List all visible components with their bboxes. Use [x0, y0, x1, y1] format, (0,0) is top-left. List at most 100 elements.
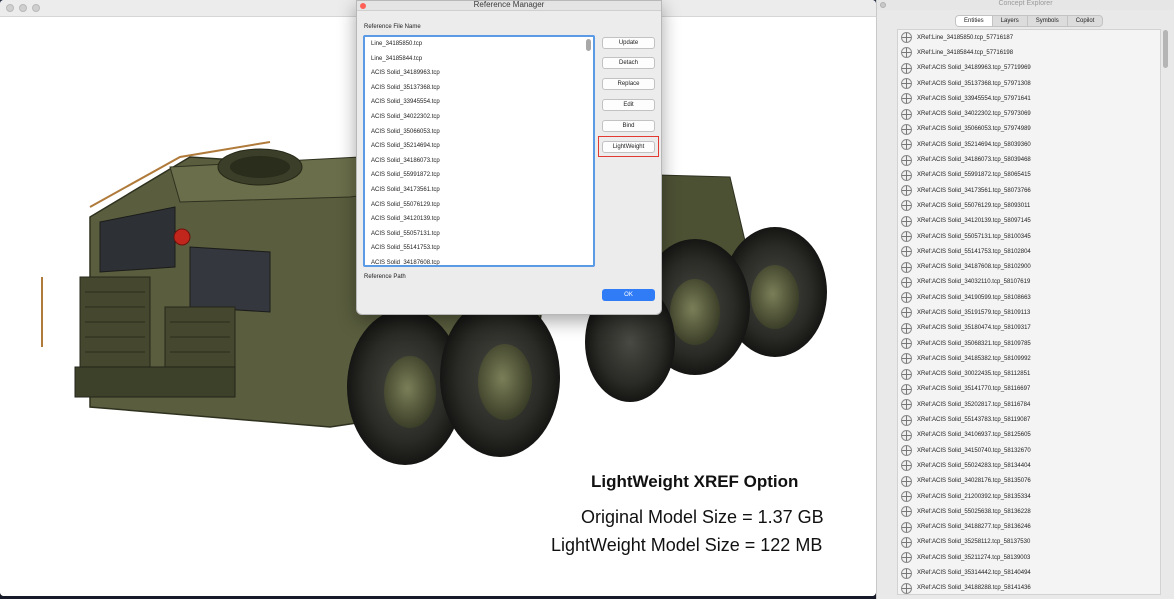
tab-entities[interactable]: Entities — [956, 16, 993, 26]
entity-row[interactable]: XRef:ACIS Solid_34189963.tcp_57719969 — [898, 61, 1160, 76]
edit-button[interactable]: Edit — [602, 99, 655, 111]
tab-layers[interactable]: Layers — [993, 16, 1028, 26]
reference-file-item[interactable]: ACIS Solid_34186073.tcp — [365, 154, 593, 169]
entity-label: XRef:ACIS Solid_34188277.tcp_58136246 — [917, 524, 1031, 531]
entity-row[interactable]: XRef:ACIS Solid_55076129.tcp_58093011 — [898, 198, 1160, 213]
entity-label: XRef:ACIS Solid_21200392.tcp_58135334 — [917, 493, 1031, 500]
entity-row[interactable]: XRef:ACIS Solid_34187608.tcp_58102900 — [898, 259, 1160, 274]
entity-label: XRef:ACIS Solid_35211274.tcp_58139003 — [917, 554, 1031, 561]
entity-row[interactable]: XRef:ACIS Solid_35214694.tcp_58039360 — [898, 137, 1160, 152]
entity-row[interactable]: XRef:ACIS Solid_34185382.tcp_58109992 — [898, 351, 1160, 366]
concept-explorer-panel: Concept Explorer Entities Layers Symbols… — [876, 0, 1174, 599]
entity-row[interactable]: XRef:Line_34185844.tcp_57716198 — [898, 45, 1160, 60]
xref-entity-icon — [901, 185, 912, 197]
entity-label: XRef:ACIS Solid_35214694.tcp_58039360 — [917, 141, 1031, 148]
entity-label: XRef:ACIS Solid_55076129.tcp_58093011 — [917, 202, 1031, 209]
update-button[interactable]: Update — [602, 37, 655, 49]
entity-label: XRef:ACIS Solid_35068321.tcp_58109785 — [917, 340, 1031, 347]
entity-label: XRef:ACIS Solid_55141753.tcp_58102804 — [917, 248, 1031, 255]
entity-row[interactable]: XRef:ACIS Solid_55025638.tcp_58136228 — [898, 504, 1160, 519]
reference-list-scrollbar[interactable] — [586, 39, 591, 51]
reference-file-item[interactable]: ACIS Solid_35066053.tcp — [365, 125, 593, 140]
entity-row[interactable]: XRef:ACIS Solid_34186073.tcp_58039468 — [898, 152, 1160, 167]
bind-button[interactable]: Bind — [602, 120, 655, 132]
entity-row[interactable]: XRef:ACIS Solid_34190599.tcp_58108663 — [898, 290, 1160, 305]
entity-row[interactable]: XRef:ACIS Solid_55991872.tcp_58065415 — [898, 168, 1160, 183]
xref-entity-icon — [901, 429, 912, 441]
explorer-tabs: Entities Layers Symbols Copilot — [955, 15, 1104, 27]
entity-label: XRef:ACIS Solid_55143783.tcp_58119087 — [917, 417, 1031, 424]
entity-row[interactable]: XRef:ACIS Solid_34173561.tcp_58073766 — [898, 183, 1160, 198]
tab-symbols[interactable]: Symbols — [1028, 16, 1068, 26]
reference-file-item[interactable]: ACIS Solid_34173561.tcp — [365, 183, 593, 198]
entity-row[interactable]: XRef:ACIS Solid_35191579.tcp_58109113 — [898, 305, 1160, 320]
xref-entity-icon — [901, 123, 912, 135]
entity-row[interactable]: XRef:ACIS Solid_35068321.tcp_58109785 — [898, 336, 1160, 351]
xref-entity-icon — [901, 353, 912, 365]
entity-row[interactable]: XRef:ACIS Solid_21200392.tcp_58135334 — [898, 489, 1160, 504]
ok-button[interactable]: OK — [602, 289, 655, 301]
entity-row[interactable]: XRef:ACIS Solid_35202817.tcp_58116784 — [898, 397, 1160, 412]
reference-file-item[interactable]: ACIS Solid_55141753.tcp — [365, 241, 593, 256]
entity-label: XRef:ACIS Solid_33945554.tcp_57971641 — [917, 95, 1031, 102]
reference-file-item[interactable]: ACIS Solid_55076129.tcp — [365, 198, 593, 213]
entity-list-scrollbar[interactable] — [1163, 30, 1168, 68]
reference-file-item[interactable]: ACIS Solid_34189963.tcp — [365, 66, 593, 81]
detach-button[interactable]: Detach — [602, 57, 655, 69]
entity-row[interactable]: XRef:ACIS Solid_34120139.tcp_58097145 — [898, 214, 1160, 229]
entity-row[interactable]: XRef:ACIS Solid_35258112.tcp_58137530 — [898, 535, 1160, 550]
entity-row[interactable]: XRef:ACIS Solid_34188288.tcp_58141436 — [898, 581, 1160, 594]
entity-row[interactable]: XRef:ACIS Solid_34032110.tcp_58107619 — [898, 275, 1160, 290]
entity-row[interactable]: XRef:ACIS Solid_33945554.tcp_57971641 — [898, 91, 1160, 106]
entity-label: XRef:ACIS Solid_34028176.tcp_58135076 — [917, 478, 1031, 485]
entity-label: XRef:ACIS Solid_35066053.tcp_57974989 — [917, 126, 1031, 133]
reference-file-item[interactable]: ACIS Solid_35214694.tcp — [365, 139, 593, 154]
entity-row[interactable]: XRef:ACIS Solid_35180474.tcp_58109317 — [898, 321, 1160, 336]
reference-file-item[interactable]: ACIS Solid_33945554.tcp — [365, 95, 593, 110]
reference-file-item[interactable]: Line_34185844.tcp — [365, 52, 593, 67]
reference-file-item[interactable]: ACIS Solid_34022302.tcp — [365, 110, 593, 125]
reference-file-item[interactable]: ACIS Solid_34120139.tcp — [365, 212, 593, 227]
window-close-button[interactable] — [6, 4, 14, 12]
lightweight-button[interactable]: LightWeight — [602, 141, 655, 153]
tab-copilot[interactable]: Copilot — [1068, 16, 1103, 26]
entity-list[interactable]: XRef:Line_34185850.tcp_57716187 XRef:Line… — [897, 29, 1161, 595]
entity-label: XRef:ACIS Solid_34185382.tcp_58109992 — [917, 355, 1031, 362]
entity-row[interactable]: XRef:ACIS Solid_35066053.tcp_57974989 — [898, 122, 1160, 137]
entity-row[interactable]: XRef:Line_34185850.tcp_57716187 — [898, 30, 1160, 45]
entity-row[interactable]: XRef:ACIS Solid_35141770.tcp_58116697 — [898, 382, 1160, 397]
xref-entity-icon — [901, 200, 912, 212]
entity-row[interactable]: XRef:ACIS Solid_35137368.tcp_57971308 — [898, 76, 1160, 91]
xref-entity-icon — [901, 536, 912, 548]
entity-row[interactable]: XRef:ACIS Solid_35314442.tcp_58140494 — [898, 565, 1160, 580]
entity-row[interactable]: XRef:ACIS Solid_34022302.tcp_57973069 — [898, 106, 1160, 121]
entity-label: XRef:ACIS Solid_35180474.tcp_58109317 — [917, 325, 1031, 332]
reference-file-list[interactable]: Line_34185850.tcp Line_34185844.tcp ACIS S… — [363, 35, 595, 267]
window-zoom-button[interactable] — [32, 4, 40, 12]
entity-row[interactable]: XRef:ACIS Solid_35211274.tcp_58139003 — [898, 550, 1160, 565]
reference-file-item[interactable]: ACIS Solid_35137368.tcp — [365, 81, 593, 96]
xref-entity-icon — [901, 154, 912, 166]
entity-row[interactable]: XRef:ACIS Solid_55024283.tcp_58134404 — [898, 458, 1160, 473]
replace-button[interactable]: Replace — [602, 78, 655, 90]
entity-row[interactable]: XRef:ACIS Solid_34106937.tcp_58125605 — [898, 428, 1160, 443]
window-minimize-button[interactable] — [19, 4, 27, 12]
entity-row[interactable]: XRef:ACIS Solid_55141753.tcp_58102804 — [898, 244, 1160, 259]
reference-file-name-label: Reference File Name — [364, 24, 421, 30]
reference-file-item[interactable]: ACIS Solid_55057131.tcp — [365, 227, 593, 242]
reference-file-item[interactable]: ACIS Solid_55991872.tcp — [365, 168, 593, 183]
entity-row[interactable]: XRef:ACIS Solid_30022435.tcp_58112851 — [898, 367, 1160, 382]
entity-row[interactable]: XRef:ACIS Solid_34028176.tcp_58135076 — [898, 474, 1160, 489]
entity-row[interactable]: XRef:ACIS Solid_55057131.tcp_58100345 — [898, 229, 1160, 244]
entity-label: XRef:ACIS Solid_34189963.tcp_57719969 — [917, 65, 1031, 72]
reference-file-item[interactable]: Line_34185850.tcp — [365, 37, 593, 52]
xref-entity-icon — [901, 32, 912, 44]
xref-entity-icon — [901, 567, 912, 579]
entity-row[interactable]: XRef:ACIS Solid_34188277.tcp_58136246 — [898, 520, 1160, 535]
reference-file-item[interactable]: ACIS Solid_34187608.tcp — [365, 256, 593, 265]
entity-row[interactable]: XRef:ACIS Solid_34150740.tcp_58132670 — [898, 443, 1160, 458]
dialog-title: Reference Manager — [473, 0, 545, 9]
xref-entity-icon — [901, 215, 912, 227]
explorer-titlebar: Concept Explorer — [877, 0, 1174, 10]
entity-row[interactable]: XRef:ACIS Solid_55143783.tcp_58119087 — [898, 412, 1160, 427]
